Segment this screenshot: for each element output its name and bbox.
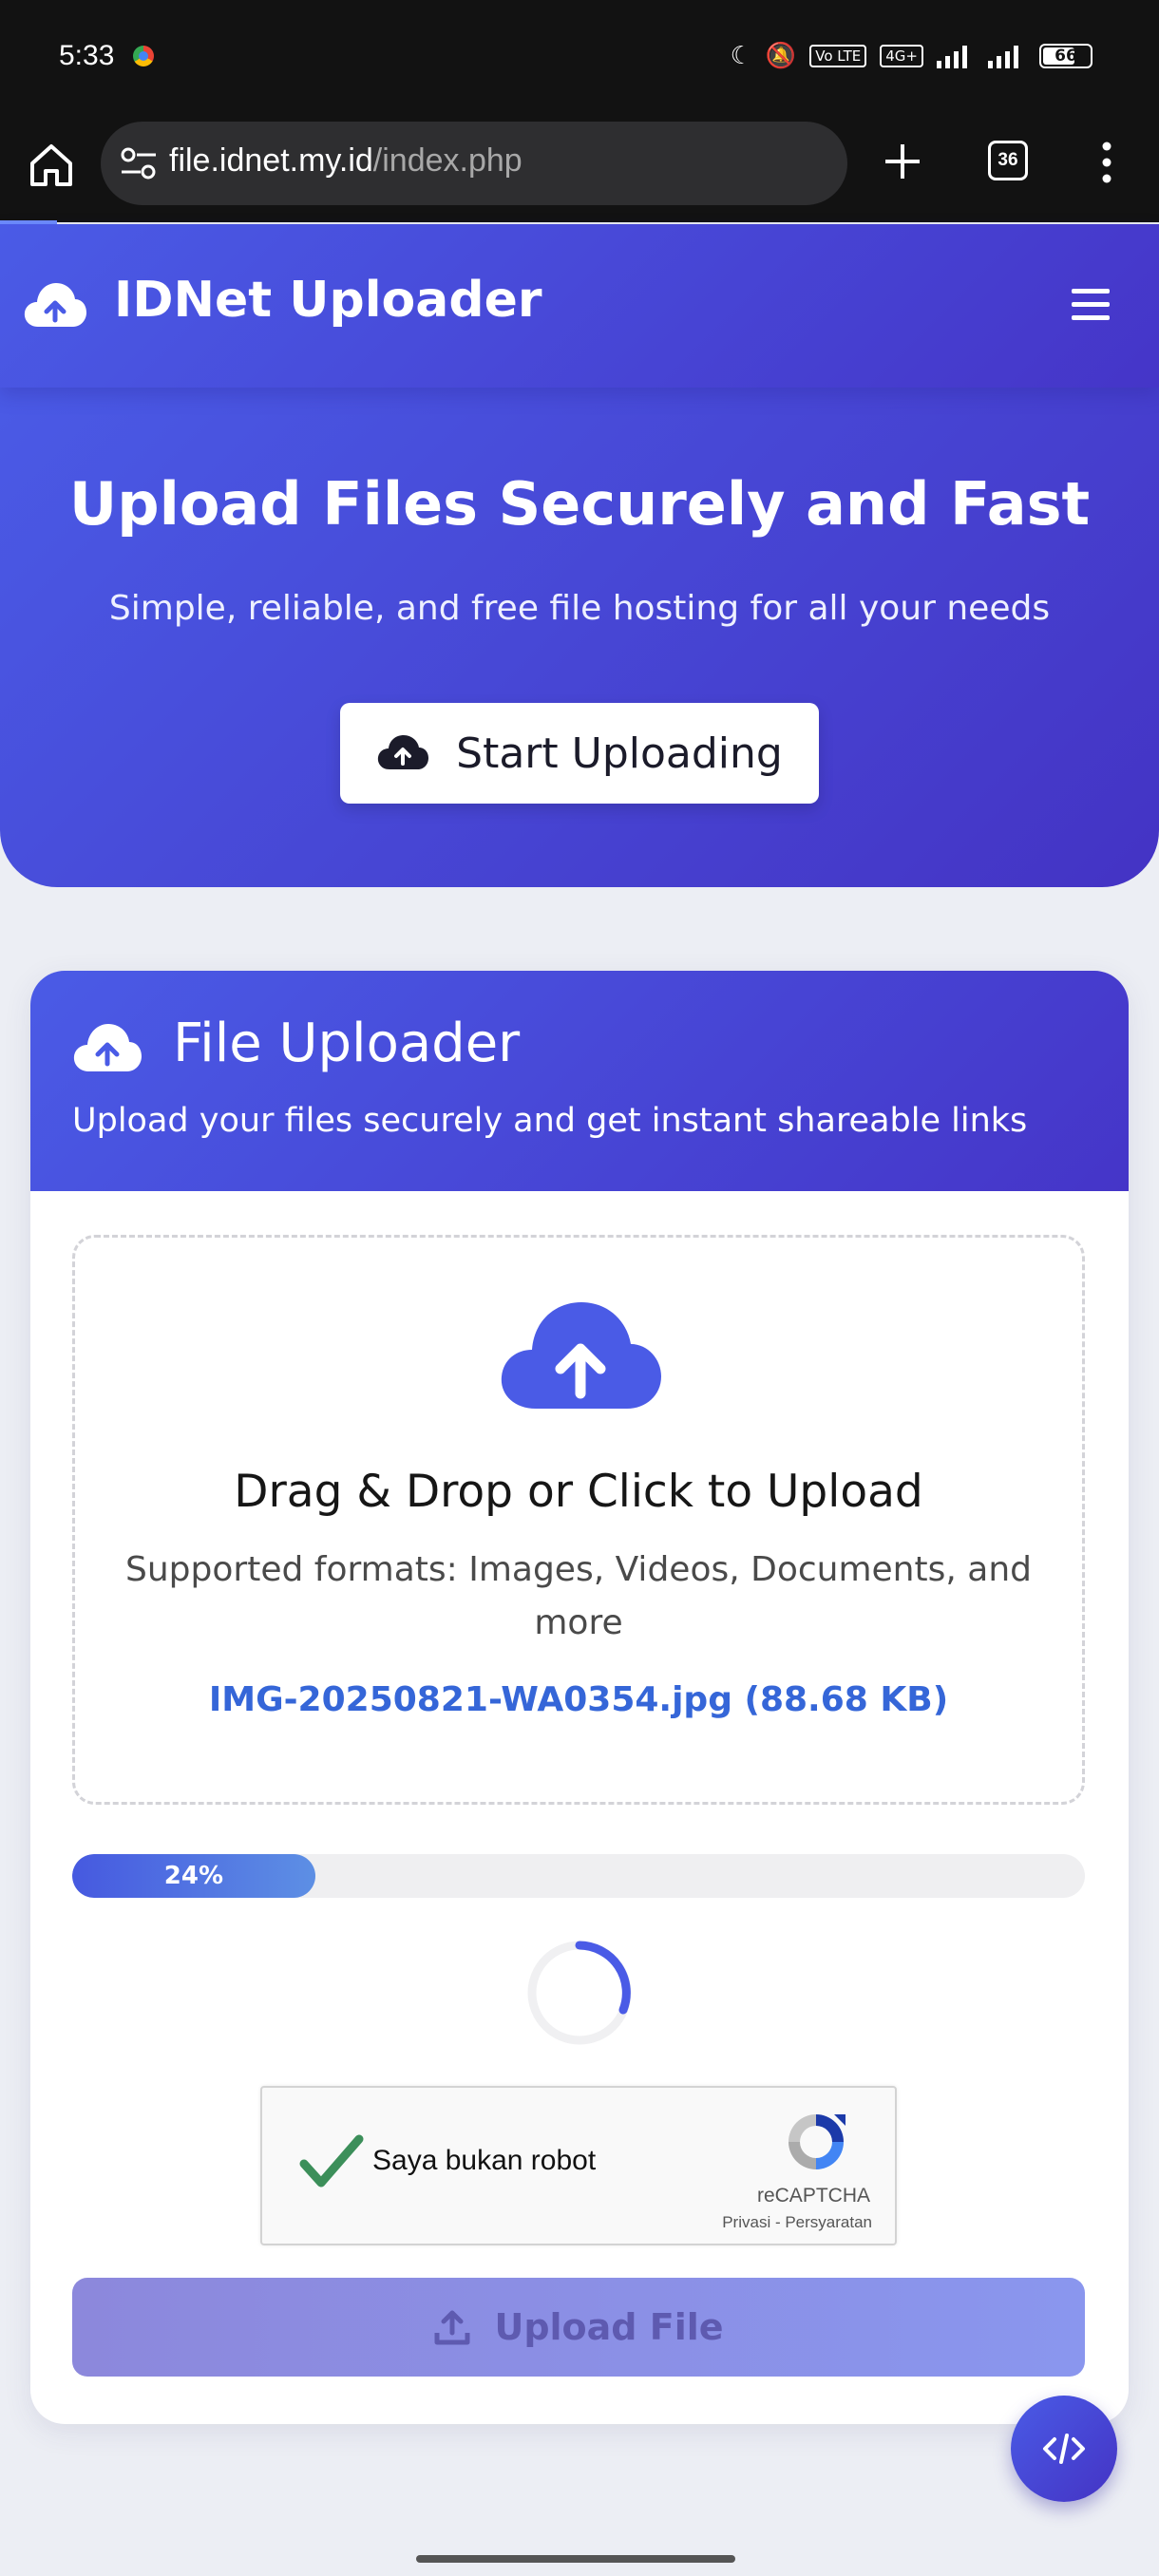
address-bar[interactable]: file.idnet.my.id/index.php <box>101 122 847 205</box>
upload-file-button[interactable]: Upload File <box>72 2278 1085 2377</box>
volte-badge: Vo LTE <box>809 45 867 67</box>
code-fab-button[interactable] <box>1011 2396 1117 2502</box>
hero-subtitle: Simple, reliable, and free file hosting … <box>108 589 1051 628</box>
code-icon <box>1043 2434 1085 2464</box>
muted-bell-icon: 🔕 <box>765 42 797 70</box>
brand-title[interactable]: IDNet Uploader <box>114 272 542 329</box>
do-not-disturb-moon-icon: ☾ <box>730 42 752 70</box>
cloud-upload-icon <box>501 1302 661 1409</box>
file-uploader-card: File Uploader Upload your files securely… <box>30 971 1129 2424</box>
battery-icon: 66 <box>1039 44 1092 68</box>
home-icon[interactable] <box>27 141 76 190</box>
chrome-notification-icon <box>133 46 154 66</box>
cloud-upload-icon <box>73 1024 142 1071</box>
more-options-icon[interactable] <box>1092 139 1121 186</box>
status-time: 5:33 <box>59 40 115 71</box>
drop-zone[interactable]: Drag & Drop or Click to Upload Supported… <box>72 1235 1085 1805</box>
network-type-badge: 4G+ <box>880 45 923 67</box>
upload-progress-label: 24% <box>163 1862 224 1890</box>
tab-switcher-button[interactable]: 36 <box>988 141 1028 180</box>
card-header: File Uploader Upload your files securely… <box>30 971 1129 1191</box>
start-uploading-button[interactable]: Start Uploading <box>340 703 819 804</box>
recaptcha-widget: Saya bukan robot reCAPTCHA Privasi - Per… <box>260 2086 897 2245</box>
upload-progress-fill: 24% <box>72 1854 315 1898</box>
hero-section: Upload Files Securely and Fast Simple, r… <box>0 361 1159 887</box>
cloud-upload-icon <box>24 283 86 327</box>
card-subtitle: Upload your files securely and get insta… <box>72 1102 1028 1140</box>
browser-toolbar: file.idnet.my.id/index.php 36 <box>0 118 1159 222</box>
menu-icon[interactable] <box>1072 289 1110 323</box>
dropzone-title: Drag & Drop or Click to Upload <box>234 1466 923 1518</box>
loading-spinner-icon <box>527 1941 632 2045</box>
recaptcha-label: Saya bukan robot <box>372 2145 597 2176</box>
start-uploading-label: Start Uploading <box>456 729 783 778</box>
cloud-upload-icon <box>378 735 429 769</box>
card-title: File Uploader <box>173 1013 521 1074</box>
site-settings-icon[interactable] <box>120 145 158 181</box>
upload-file-label: Upload File <box>494 2306 724 2348</box>
signal-2-icon <box>988 46 1018 68</box>
supported-formats: Supported formats: Images, Videos, Docum… <box>125 1550 1032 1642</box>
gesture-navigation-bar[interactable] <box>416 2555 735 2563</box>
upload-icon <box>434 2310 470 2345</box>
recaptcha-logo-icon <box>788 2114 846 2169</box>
site-header: IDNet Uploader <box>0 224 1159 388</box>
selected-file-name: IMG-20250821-WA0354.jpg (88.68 KB) <box>208 1680 949 1719</box>
url-host: file.idnet.my.id <box>169 142 373 179</box>
recaptcha-privacy-terms-links[interactable]: Privasi - Persyaratan <box>722 2213 872 2232</box>
status-bar: 5:33 ☾ 🔕 Vo LTE 4G+ 66 <box>0 0 1159 118</box>
signal-icon <box>937 46 967 68</box>
url-path: /index.php <box>372 142 522 179</box>
recaptcha-brand: reCAPTCHA <box>756 2185 870 2207</box>
checkmark-icon[interactable] <box>298 2133 365 2190</box>
hero-title: Upload Files Securely and Fast <box>68 469 1091 539</box>
battery-level: 66 <box>1054 47 1077 66</box>
new-tab-plus-icon[interactable] <box>878 137 927 186</box>
url-text[interactable]: file.idnet.my.id/index.php <box>169 142 522 180</box>
status-icons: ☾ 🔕 Vo LTE 4G+ 66 <box>731 42 1092 70</box>
upload-progress-bar: 24% <box>72 1854 1085 1898</box>
